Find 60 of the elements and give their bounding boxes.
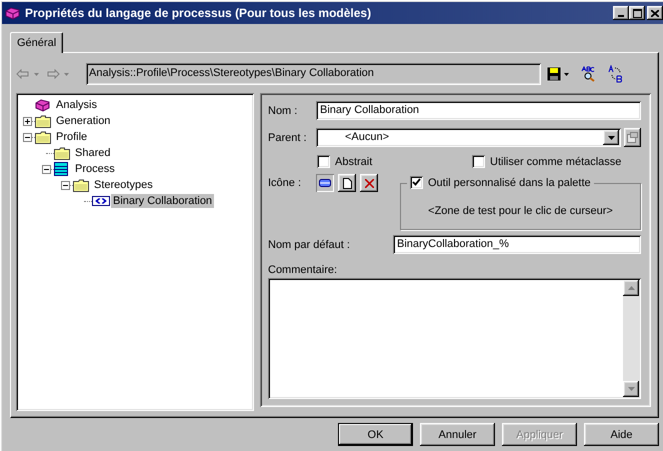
tree-item[interactable]: Generation [54, 114, 112, 128]
checkbox[interactable] [410, 176, 423, 189]
default-name-field[interactable]: BinaryCollaboration_% [393, 235, 641, 254]
close-button[interactable] [647, 6, 663, 20]
parent-dropdown[interactable]: <Aucun> [316, 128, 621, 147]
spell-check-icon[interactable] [581, 66, 597, 82]
comment-textarea[interactable] [268, 278, 641, 399]
stereotype-icon [92, 196, 110, 206]
properties-button[interactable] [624, 128, 641, 147]
cubes-icon [35, 98, 51, 112]
folder-icon [73, 178, 89, 192]
checkbox[interactable] [472, 155, 485, 168]
collapse-icon[interactable] [23, 132, 32, 142]
list-icon [319, 179, 331, 187]
field-label: Commentaire: [268, 264, 338, 276]
checkbox-label: Outil personnalisé dans la palette [428, 176, 591, 188]
collapse-icon[interactable] [61, 180, 70, 190]
minimize-button[interactable] [613, 6, 629, 20]
delete-button[interactable] [360, 174, 378, 192]
app-icon [5, 6, 21, 20]
expand-icon[interactable] [23, 116, 32, 126]
path-field: Analysis::Profile\Process\Stereotypes\Binary Collaboration [86, 62, 541, 84]
tree-item[interactable]: Analysis [54, 98, 99, 112]
rename-icon[interactable] [607, 64, 623, 82]
tree-item[interactable]: Stereotypes [92, 178, 155, 192]
tree-item[interactable]: Profile [54, 130, 90, 144]
new-icon-button[interactable] [338, 174, 356, 192]
checkbox[interactable] [317, 155, 330, 168]
dialog-button[interactable]: OK [338, 423, 413, 446]
scrollbar[interactable] [623, 280, 639, 397]
save-icon[interactable] [547, 66, 571, 80]
checkbox-label: Utiliser comme métaclasse [490, 156, 622, 168]
down-arrow-icon [628, 387, 634, 391]
field-label: Nom par défaut : [268, 238, 351, 250]
tree-item[interactable]: Process [73, 162, 117, 176]
cross-icon [364, 178, 374, 188]
tree-item[interactable]: Binary Collaboration [111, 194, 214, 208]
folder-icon [35, 130, 51, 144]
maximize-button[interactable] [629, 6, 645, 20]
folder-icon [54, 146, 70, 160]
dropdown-arrow-icon [608, 136, 614, 140]
document-icon [342, 178, 352, 188]
dialog-button[interactable]: Aide [584, 423, 659, 446]
collapse-icon[interactable] [42, 164, 51, 174]
window-title: Propriétés du langage de processus (Pour tous les modèles) [25, 6, 372, 20]
name-field[interactable]: Binary Collaboration [316, 101, 641, 120]
list-icon [54, 162, 68, 176]
field-label: Parent : [268, 132, 308, 144]
dialog-button[interactable]: Annuler [420, 423, 495, 446]
up-arrow-icon [628, 286, 634, 290]
folder-icon [35, 114, 51, 128]
field-label: Icône : [268, 177, 302, 189]
tree-item[interactable]: Shared [73, 146, 112, 160]
checkbox-label: Abstrait [335, 156, 374, 168]
maximize-icon [632, 8, 642, 18]
tab[interactable]: Général [10, 32, 64, 53]
field-label: Nom : [268, 104, 298, 116]
close-icon [651, 10, 659, 16]
properties-icon [627, 132, 638, 143]
test-zone-text: <Zone de test pour le clic de curseur> [428, 204, 613, 216]
